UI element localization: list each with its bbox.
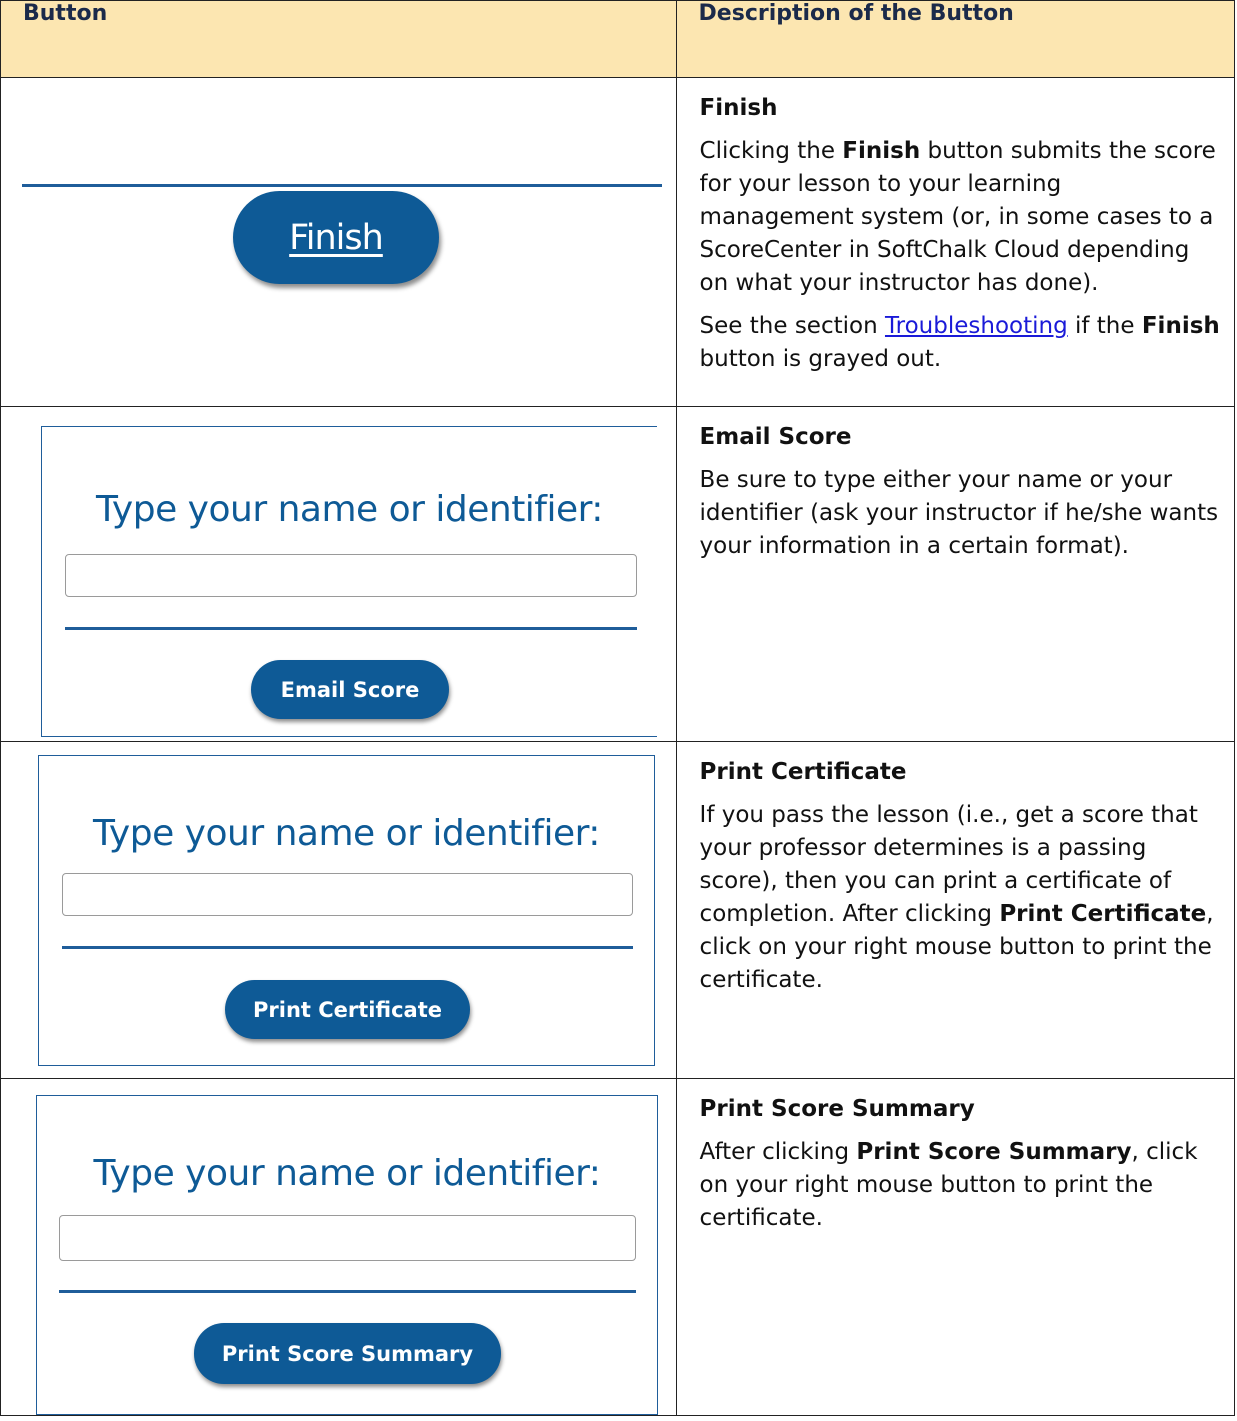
certificate-paragraph-1: If you pass the lesson (i.e., get a scor… bbox=[699, 802, 1214, 993]
table-row-email-score: Type your name or identifier: Email Scor… bbox=[0, 406, 1236, 742]
finish-description-cell: Finish Clicking the Finish button submit… bbox=[675, 77, 1236, 407]
finish-divider bbox=[22, 184, 662, 187]
email-paragraph-1: Be sure to type either your name or your… bbox=[699, 467, 1219, 559]
email-form-panel: Type your name or identifier: Email Scor… bbox=[41, 426, 657, 737]
summary-name-input[interactable] bbox=[59, 1215, 636, 1261]
email-panel-divider bbox=[65, 627, 637, 630]
email-panel-title: Type your name or identifier: bbox=[96, 489, 603, 530]
table-row-print-certificate: Type your name or identifier: Print Cert… bbox=[0, 741, 1236, 1079]
finish-heading: Finish bbox=[699, 95, 778, 121]
summary-preview-cell: Type your name or identifier: Print Scor… bbox=[0, 1078, 677, 1416]
table-row-finish: Finish Finish Clicking the Finish button… bbox=[0, 77, 1236, 407]
email-score-button[interactable]: Email Score bbox=[251, 660, 449, 719]
troubleshooting-link[interactable]: Troubleshooting bbox=[885, 313, 1068, 339]
summary-heading: Print Score Summary bbox=[699, 1096, 975, 1122]
header-button: Button bbox=[0, 0, 677, 78]
summary-form-panel: Type your name or identifier: Print Scor… bbox=[36, 1095, 658, 1415]
print-score-summary-button[interactable]: Print Score Summary bbox=[194, 1323, 501, 1384]
email-heading: Email Score bbox=[699, 424, 852, 450]
finish-preview-cell: Finish bbox=[0, 77, 677, 407]
summary-panel-title: Type your name or identifier: bbox=[93, 1153, 601, 1194]
email-preview-cell: Type your name or identifier: Email Scor… bbox=[0, 406, 677, 742]
summary-description-cell: Print Score Summary After clicking Print… bbox=[675, 1078, 1236, 1416]
certificate-heading: Print Certificate bbox=[699, 759, 907, 785]
certificate-name-input[interactable] bbox=[62, 873, 633, 916]
table-row-print-score-summary: Type your name or identifier: Print Scor… bbox=[0, 1078, 1236, 1416]
email-name-input[interactable] bbox=[65, 554, 637, 597]
certificate-form-panel: Type your name or identifier: Print Cert… bbox=[38, 755, 655, 1066]
certificate-panel-divider bbox=[62, 946, 633, 949]
button-description-table: Button Description of the Button Finish … bbox=[0, 0, 1236, 1416]
certificate-preview-cell: Type your name or identifier: Print Cert… bbox=[0, 741, 677, 1079]
finish-paragraph-2: See the section Troubleshooting if the F… bbox=[699, 313, 1220, 372]
header-description: Description of the Button bbox=[675, 0, 1236, 78]
finish-button[interactable]: Finish bbox=[233, 191, 439, 284]
summary-panel-divider bbox=[59, 1290, 636, 1293]
summary-paragraph-1: After clicking Print Score Summary, clic… bbox=[699, 1139, 1198, 1231]
print-certificate-button[interactable]: Print Certificate bbox=[225, 980, 470, 1039]
finish-paragraph-1: Clicking the Finish button submits the s… bbox=[699, 138, 1216, 296]
table-header-row: Button Description of the Button bbox=[0, 0, 1236, 78]
email-description-cell: Email Score Be sure to type either your … bbox=[675, 406, 1236, 742]
certificate-description-cell: Print Certificate If you pass the lesson… bbox=[675, 741, 1236, 1079]
certificate-panel-title: Type your name or identifier: bbox=[93, 813, 600, 854]
